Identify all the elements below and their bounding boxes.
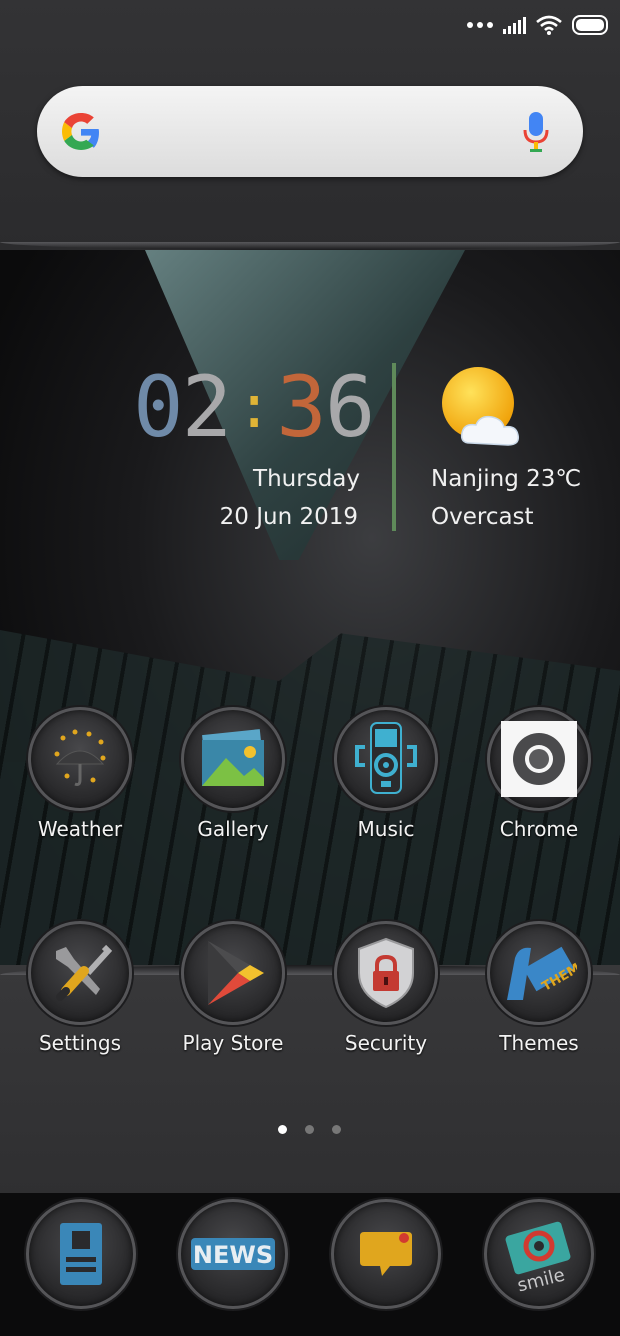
app-label: Security <box>344 1031 428 1055</box>
dock-camera-ring: smile <box>484 1199 594 1309</box>
app-security-ring <box>334 921 438 1025</box>
messages-icon <box>360 1232 412 1276</box>
umbrella-rain-icon <box>54 729 106 786</box>
app-label: Chrome <box>499 817 579 841</box>
wifi-icon <box>536 15 562 35</box>
shield-lock-icon <box>358 937 414 1009</box>
app-gallery[interactable]: Gallery <box>158 707 308 841</box>
app-label: Play Store <box>182 1031 284 1055</box>
music-player-icon <box>355 722 417 794</box>
widget-divider <box>392 363 396 531</box>
sun-cloud-icon[interactable] <box>436 365 528 449</box>
app-label: Gallery <box>197 817 269 841</box>
contacts-icon <box>60 1223 102 1285</box>
microphone-icon[interactable] <box>523 110 549 154</box>
play-store-icon <box>208 941 264 1005</box>
app-themes-ring: THEME <box>487 921 591 1025</box>
battery-icon <box>572 15 608 35</box>
weather-condition: Overcast <box>431 504 534 530</box>
dock-messages-ring <box>331 1199 441 1309</box>
dock-news[interactable]: NEWS <box>178 1199 288 1309</box>
app-music-ring <box>334 707 438 811</box>
app-label: Settings <box>38 1031 122 1055</box>
camera-icon: smile <box>505 1221 571 1294</box>
chrome-icon <box>501 721 577 797</box>
clock-hour-tens: 0 <box>133 358 184 456</box>
status-bar <box>467 12 608 38</box>
app-weather[interactable]: Weather <box>5 707 155 841</box>
clock-minute-tens: 3 <box>276 358 327 456</box>
news-icon: NEWS <box>191 1238 275 1270</box>
notification-dots-icon <box>467 22 493 28</box>
google-search-bar[interactable] <box>37 86 583 177</box>
clock-day: Thursday <box>253 466 360 492</box>
google-logo-icon <box>62 113 99 150</box>
dock-news-ring: NEWS <box>178 1199 288 1309</box>
page-indicator[interactable] <box>278 1125 341 1134</box>
app-music[interactable]: Music <box>311 707 461 841</box>
clock-widget[interactable]: 0 2 : 3 6 <box>133 358 376 456</box>
page-dot[interactable] <box>332 1125 341 1134</box>
app-play-store[interactable]: Play Store <box>158 921 308 1055</box>
dock-messages[interactable] <box>331 1199 441 1309</box>
app-security[interactable]: Security <box>311 921 461 1055</box>
app-chrome[interactable]: Chrome <box>464 707 614 841</box>
weather-city-temp: Nanjing 23℃ <box>431 466 582 492</box>
app-play-store-ring <box>181 921 285 1025</box>
home-screen: 0 2 : 3 6 Thursday 20 Jun 2019 Nanjing 2… <box>0 0 620 1336</box>
page-dot[interactable] <box>305 1125 314 1134</box>
app-label: Themes <box>499 1031 579 1055</box>
dock-contacts[interactable] <box>26 1199 136 1309</box>
clock-minute-ones: 6 <box>324 358 376 456</box>
app-settings[interactable]: Settings <box>5 921 155 1055</box>
gallery-icon <box>202 729 264 786</box>
app-label: Music <box>357 817 415 841</box>
news-text: NEWS <box>193 1241 273 1269</box>
app-themes[interactable]: THEME Themes <box>464 921 614 1055</box>
app-chrome-ring <box>487 707 591 811</box>
dock-camera[interactable]: smile <box>484 1199 594 1309</box>
app-settings-ring <box>28 921 132 1025</box>
theme-brush-icon: THEME <box>507 946 577 1000</box>
cellular-signal-icon <box>503 16 526 34</box>
clock-date: 20 Jun 2019 <box>219 504 358 530</box>
app-gallery-ring <box>181 707 285 811</box>
dock-contacts-ring <box>26 1199 136 1309</box>
page-dot[interactable] <box>278 1125 287 1134</box>
app-label: Weather <box>37 817 123 841</box>
app-weather-ring <box>28 707 132 811</box>
clock-colon: : <box>236 372 272 442</box>
tools-icon <box>56 944 113 1001</box>
clock-hour-ones: 2 <box>181 358 233 456</box>
